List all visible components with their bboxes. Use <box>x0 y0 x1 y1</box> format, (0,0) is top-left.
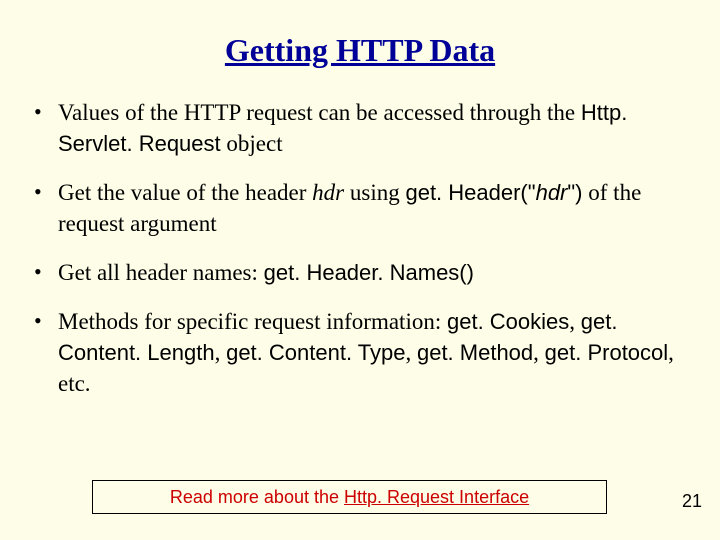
page-number: 21 <box>682 491 702 512</box>
footer-link-box[interactable]: Read more about the Http. Request Interf… <box>92 480 607 514</box>
italic-text: hdr <box>312 180 344 205</box>
code-text: get. Content. Type <box>226 340 405 365</box>
bullet-list: Values of the HTTP request can be access… <box>30 97 690 399</box>
text-run: Methods for specific request information… <box>58 309 447 334</box>
code-text: get. Header(" <box>405 180 535 205</box>
bullet-item: Values of the HTTP request can be access… <box>30 97 690 159</box>
text-run: Get all header names: <box>58 260 264 285</box>
footer-link-text: Http. Request Interface <box>344 487 529 507</box>
text-run: Values of the HTTP request can be access… <box>58 100 581 125</box>
code-text: get. Cookies <box>447 309 569 334</box>
footer-prefix: Read more about the <box>170 487 344 507</box>
bullet-item: Get all header names: get. Header. Names… <box>30 257 690 288</box>
slide-title: Getting HTTP Data <box>0 0 720 97</box>
code-text: get. Header. Names() <box>264 260 474 285</box>
slide-body: Values of the HTTP request can be access… <box>0 97 720 399</box>
bullet-item: Methods for specific request information… <box>30 306 690 399</box>
text-run: , <box>569 309 581 334</box>
text-run: object <box>221 131 283 156</box>
text-run: , <box>405 340 417 365</box>
code-text: ") <box>567 180 582 205</box>
code-text: get. Protocol <box>545 340 669 365</box>
text-run: , <box>533 340 545 365</box>
text-run: using <box>344 180 405 205</box>
text-run: Get the value of the header <box>58 180 312 205</box>
text-run: , <box>215 340 227 365</box>
code-italic-text: hdr <box>536 180 568 205</box>
code-text: get. Method <box>417 340 533 365</box>
bullet-item: Get the value of the header hdr using ge… <box>30 177 690 239</box>
